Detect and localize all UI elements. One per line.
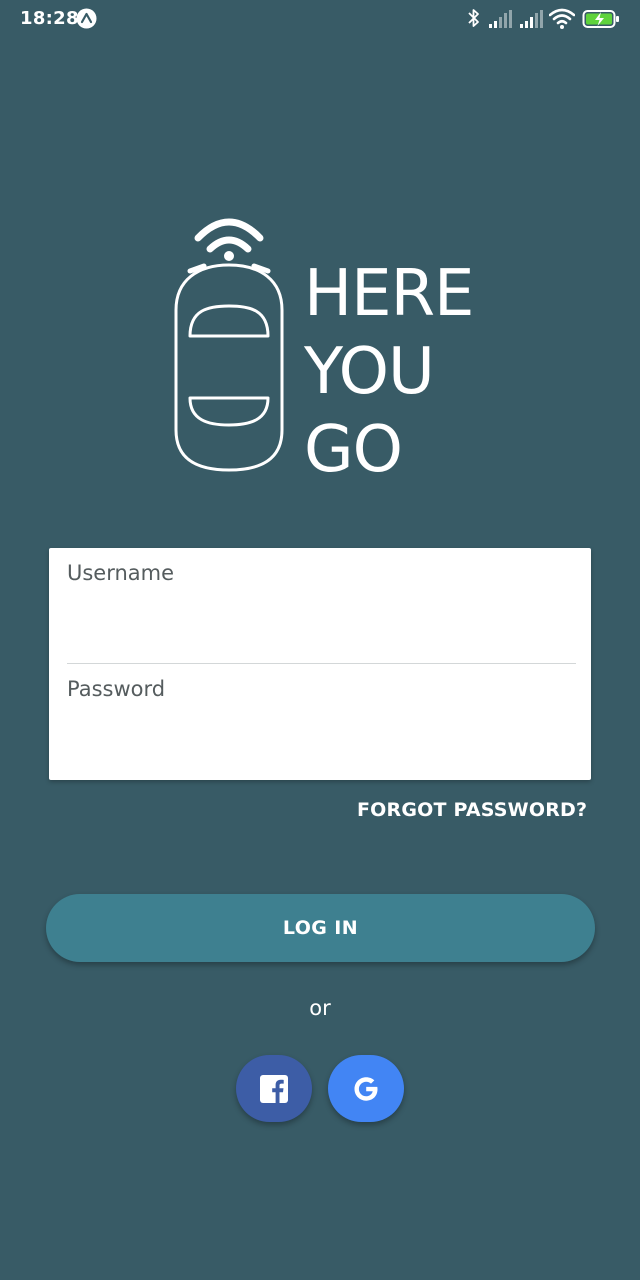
google-icon	[354, 1077, 378, 1101]
status-time: 18:28	[20, 8, 79, 29]
bluetooth-icon	[468, 9, 479, 27]
or-separator: or	[309, 996, 331, 1020]
forgot-password-link[interactable]: FORGOT PASSWORD?	[357, 799, 587, 821]
signal-icon	[489, 10, 512, 28]
login-button[interactable]: LOG IN	[46, 894, 595, 962]
app-notification-icon	[76, 8, 97, 29]
password-field: Password	[67, 664, 580, 780]
password-label: Password	[67, 677, 166, 701]
car-wifi-icon	[174, 218, 284, 472]
username-input[interactable]	[67, 594, 580, 656]
app-logo-text: HERE YOU GO	[304, 255, 474, 489]
username-field: Username	[67, 548, 580, 664]
password-input[interactable]	[67, 710, 580, 772]
signal-icon	[520, 10, 543, 28]
logo-line-go: GO	[304, 413, 403, 487]
logo-line-here: HERE	[304, 257, 474, 331]
login-card: Username Password	[49, 548, 591, 780]
google-login-button[interactable]	[328, 1055, 404, 1122]
username-label: Username	[67, 561, 175, 585]
facebook-icon	[260, 1075, 288, 1103]
facebook-login-button[interactable]	[236, 1055, 312, 1122]
battery-charging-icon	[582, 10, 619, 28]
status-bar: 18:28	[0, 0, 640, 38]
wifi-icon	[549, 8, 575, 29]
logo-line-you: YOU	[304, 335, 435, 409]
